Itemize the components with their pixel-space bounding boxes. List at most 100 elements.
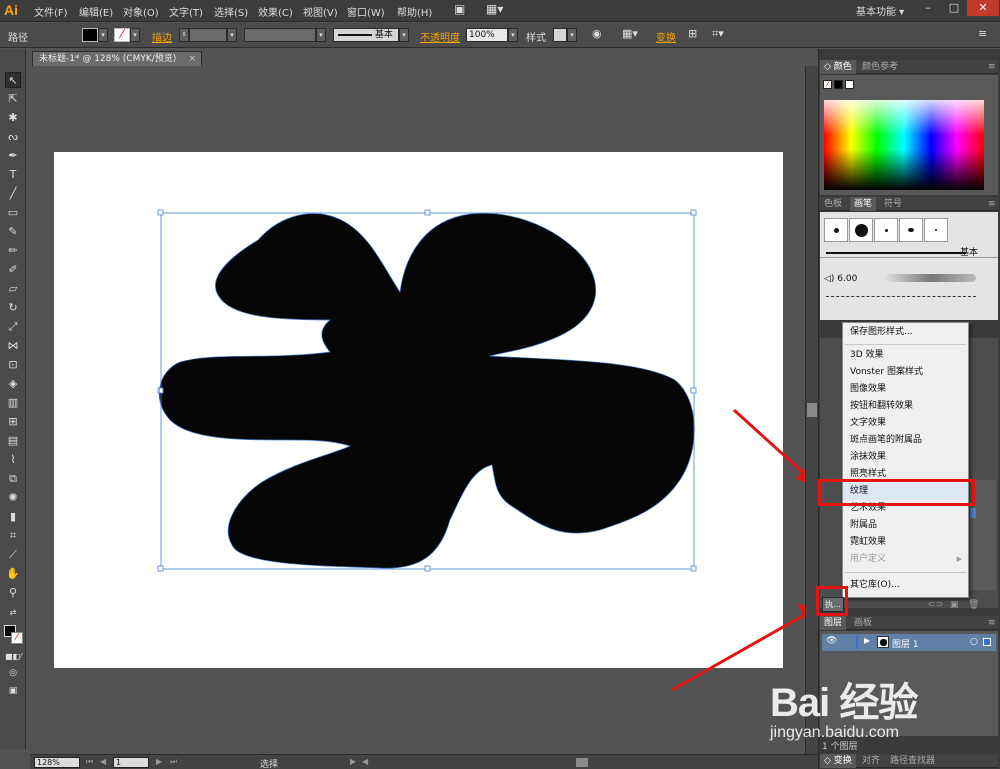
rectangle-tool-icon[interactable]: ▭ — [5, 205, 21, 221]
zoom-level-field[interactable]: 128% — [34, 757, 80, 768]
panel-menu-icon[interactable]: ⌗▾ — [712, 27, 724, 41]
fill-dropdown[interactable]: ▾ — [98, 28, 108, 42]
scroll-left-icon[interactable]: ◀ — [362, 757, 368, 766]
brush-thin[interactable] — [924, 218, 948, 242]
tab-brushes[interactable]: 画笔 — [850, 197, 877, 211]
stroke-weight-stepper[interactable]: ⇕ — [179, 28, 189, 42]
menu-item-image-effects[interactable]: 图像效果 — [843, 381, 968, 398]
brush-oval[interactable] — [899, 218, 923, 242]
artboard-tool-icon[interactable]: ⌗ — [5, 528, 21, 544]
zoom-tool-icon[interactable]: ⚲ — [5, 585, 21, 601]
opacity-field[interactable]: 100% — [466, 28, 508, 42]
menu-view[interactable]: 视图(V) — [303, 4, 338, 19]
pen-tool-icon[interactable]: ✒ — [5, 148, 21, 164]
swap-fill-stroke-icon[interactable]: ⇄ — [5, 605, 21, 621]
tab-color[interactable]: ◇ 颜色 — [820, 60, 856, 74]
menu-help[interactable]: 帮助(H) — [397, 4, 432, 19]
variable-width-dropdown[interactable]: ▾ — [316, 28, 326, 42]
symbol-sprayer-tool-icon[interactable]: ✺ — [5, 490, 21, 506]
isolate-icon[interactable]: ⊞ — [688, 27, 697, 40]
transform-label[interactable]: 变换 — [656, 29, 676, 44]
minimize-icon[interactable]: – — [915, 0, 941, 16]
align-icon[interactable]: ▦▾ — [622, 27, 638, 40]
white-swatch[interactable] — [845, 80, 854, 89]
brushes-panel-menu-icon[interactable]: ≡ — [984, 197, 1000, 211]
brush-round-large[interactable] — [849, 218, 873, 242]
rotate-tool-icon[interactable]: ↻ — [5, 300, 21, 316]
stroke-label[interactable]: 描边 — [152, 29, 172, 44]
document-tab[interactable]: 未标题-1* @ 128% (CMYK/预览) × — [32, 51, 202, 66]
perspective-grid-tool-icon[interactable]: ▥ — [5, 395, 21, 411]
stroke-weight-field[interactable] — [189, 28, 227, 42]
blob-brush-tool-icon[interactable]: ✐ — [5, 262, 21, 278]
status-menu-icon[interactable]: ▶ — [350, 757, 356, 766]
menu-effect[interactable]: 效果(C) — [258, 4, 293, 19]
brush-size-label[interactable]: ◁) 6.00 — [824, 274, 857, 284]
stroke-dropdown[interactable]: ▾ — [130, 28, 140, 42]
menu-item-vonster-patterns[interactable]: Vonster 图案样式 — [843, 364, 968, 381]
menu-item-save-graphic-style[interactable]: 保存图形样式... — [843, 324, 968, 341]
line-tool-icon[interactable]: ╱ — [5, 186, 21, 202]
target-circle-icon[interactable]: ○ — [970, 637, 978, 647]
brush-round-tiny[interactable] — [874, 218, 898, 242]
vertical-scroll-thumb[interactable] — [807, 403, 817, 417]
free-transform-tool-icon[interactable]: ⊡ — [5, 357, 21, 373]
pencil-tool-icon[interactable]: ✏ — [5, 243, 21, 259]
opacity-label[interactable]: 不透明度 — [420, 29, 460, 44]
graphic-style-dropdown[interactable]: ▾ — [567, 28, 577, 42]
new-style-icon[interactable]: ▣ — [950, 600, 959, 610]
shape-builder-tool-icon[interactable]: ◈ — [5, 376, 21, 392]
expand-layer-icon[interactable]: ▶ — [864, 636, 870, 645]
last-artboard-icon[interactable]: ⏭ — [170, 757, 177, 767]
tab-transform[interactable]: ◇ 变换 — [820, 754, 856, 768]
hand-tool-icon[interactable]: ✋ — [5, 566, 21, 582]
horizontal-scroll-thumb[interactable] — [576, 758, 588, 767]
menu-item-additive[interactable]: 附属品 — [843, 517, 968, 534]
selection-indicator-icon[interactable] — [983, 638, 991, 646]
menu-item-blob-brush-extras[interactable]: 斑点画笔的附属品 — [843, 432, 968, 449]
eraser-tool-icon[interactable]: ▱ — [5, 281, 21, 297]
screen-mode-icon[interactable]: ▣ — [5, 683, 21, 699]
slice-tool-icon[interactable]: ⟋ — [5, 547, 21, 563]
tab-pathfinder[interactable]: 路径查找器 — [886, 754, 939, 768]
menu-object[interactable]: 对象(O) — [123, 4, 159, 19]
width-tool-icon[interactable]: ⋈ — [5, 338, 21, 354]
selection-tool-icon[interactable]: ↖ — [5, 72, 21, 88]
menu-edit[interactable]: 编辑(E) — [79, 4, 113, 19]
artboard-number-field[interactable]: 1 — [113, 757, 149, 768]
tab-color-guide[interactable]: 颜色参考 — [858, 60, 902, 74]
tab-symbols[interactable]: 符号 — [880, 197, 906, 211]
delete-style-icon[interactable]: 🗑 — [968, 600, 979, 610]
first-artboard-icon[interactable]: ⏮ — [86, 757, 93, 767]
menu-item-type-effects[interactable]: 文字效果 — [843, 415, 968, 432]
arrange-documents-icon[interactable]: ▦▾ — [486, 2, 503, 16]
menu-select[interactable]: 选择(S) — [214, 4, 248, 19]
previous-artboard-icon[interactable]: ◀ — [100, 757, 106, 766]
fill-swatch[interactable] — [82, 28, 98, 42]
type-tool-icon[interactable]: T — [5, 167, 21, 183]
graphic-style-swatch[interactable] — [553, 28, 567, 42]
menu-type[interactable]: 文字(T) — [169, 4, 203, 19]
chalk-brush-stroke[interactable] — [886, 274, 976, 282]
brush-round-small[interactable] — [824, 218, 848, 242]
magic-wand-tool-icon[interactable]: ✱ — [5, 110, 21, 126]
variable-width-field[interactable] — [244, 28, 316, 42]
lasso-tool-icon[interactable]: ᔓ — [5, 129, 21, 145]
bridge-icon[interactable]: ▣ — [454, 2, 465, 16]
break-link-icon[interactable]: ⊂⊃ — [928, 600, 943, 610]
blend-tool-icon[interactable]: ⧉ — [5, 471, 21, 487]
maximize-icon[interactable]: □ — [941, 0, 967, 16]
vertical-scrollbar[interactable] — [805, 66, 818, 754]
paintbrush-tool-icon[interactable]: ✎ — [5, 224, 21, 240]
mesh-tool-icon[interactable]: ⊞ — [5, 414, 21, 430]
column-graph-tool-icon[interactable]: ▮ — [5, 509, 21, 525]
stroke-weight-dropdown[interactable]: ▾ — [227, 28, 237, 42]
stroke-none-icon[interactable]: ⁄ — [114, 28, 130, 42]
next-artboard-icon[interactable]: ▶ — [156, 757, 162, 766]
basic-brush-stroke[interactable] — [826, 252, 966, 254]
tab-layers[interactable]: 图层 — [820, 616, 847, 630]
layers-panel-menu-icon[interactable]: ≡ — [984, 616, 1000, 630]
menu-item-3d-effects[interactable]: 3D 效果 — [843, 347, 968, 364]
draw-mode-icon[interactable]: ◎ — [5, 665, 21, 681]
scale-tool-icon[interactable]: ⤢ — [5, 319, 21, 335]
